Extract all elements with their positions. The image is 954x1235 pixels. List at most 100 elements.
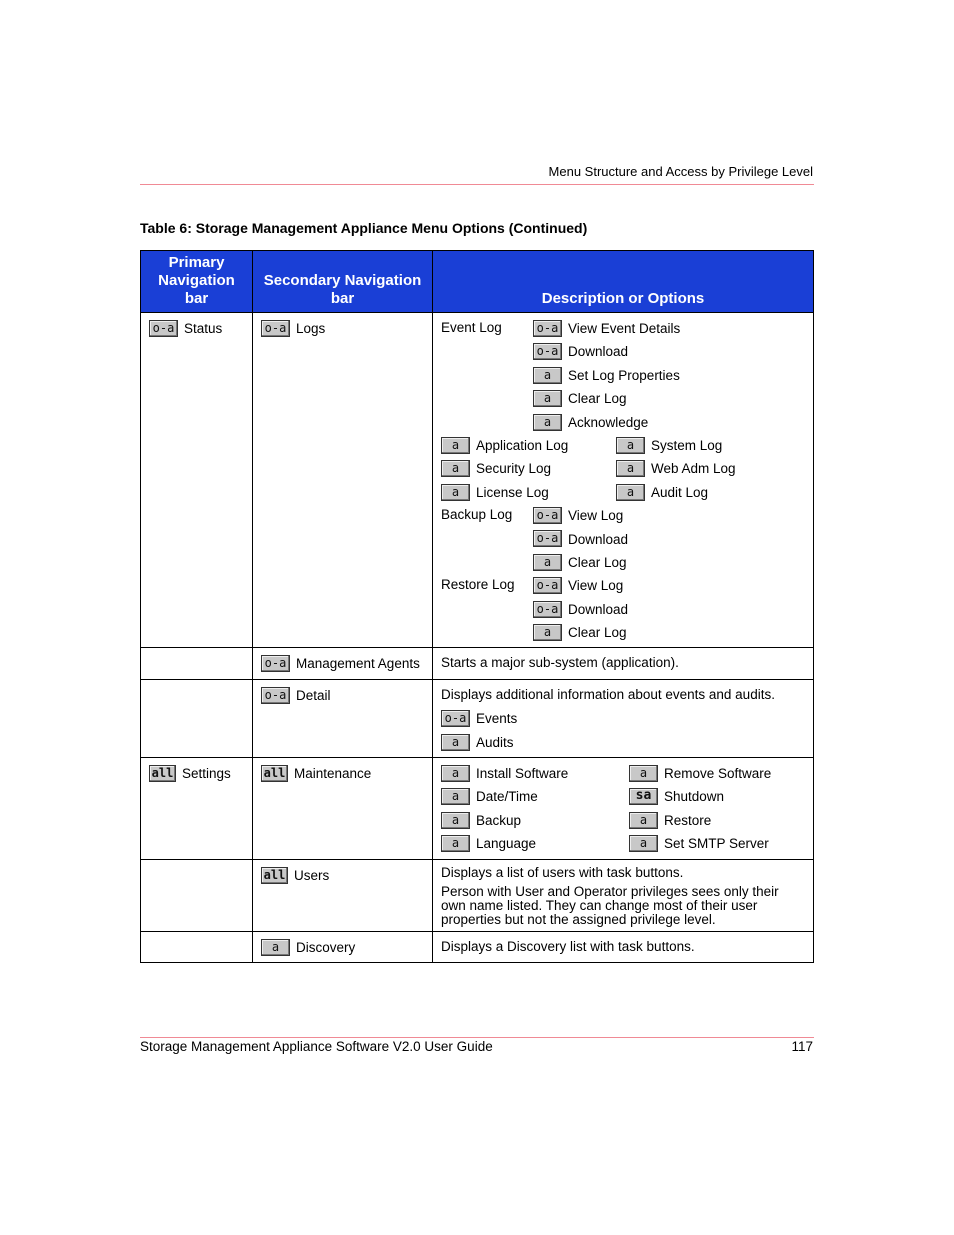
list-item: a Clear Log	[533, 550, 805, 573]
table-row: o-a Management Agents Starts a major sub-…	[140, 647, 814, 680]
table-row: all Settings all Maintenance a Install Soft…	[140, 757, 814, 860]
privilege-badge-icon: a	[261, 938, 290, 956]
list-item: o-a View Log	[533, 573, 805, 596]
privilege-badge-icon: a	[629, 811, 658, 829]
footer-title: Storage Management Appliance Software V2…	[140, 1039, 493, 1054]
privilege-badge-icon: sa	[629, 788, 658, 806]
privilege-badge-icon: o-a	[533, 530, 562, 548]
privilege-badge-icon: a	[441, 811, 470, 829]
description-note: Person with User and Operator privileges…	[441, 883, 779, 927]
footer-rule	[140, 1037, 814, 1038]
list-item: a Application Log	[441, 433, 616, 456]
secondary-nav-label: Maintenance	[294, 765, 372, 781]
privilege-badge-icon: o-a	[533, 600, 562, 618]
secondary-nav-label: Users	[294, 867, 330, 883]
col-header-description: Description or Options	[432, 250, 814, 313]
privilege-badge-icon: a	[441, 436, 470, 454]
list-item: o-a View Event Details	[533, 316, 805, 339]
privilege-badge-icon: a	[616, 483, 645, 501]
list-item: a System Log	[616, 433, 805, 456]
privilege-badge-icon: a	[616, 436, 645, 454]
primary-nav-label: Settings	[182, 765, 231, 781]
list-item: o-a Download	[533, 339, 805, 362]
list-item: sa Shutdown	[629, 784, 805, 807]
privilege-badge-icon: a	[629, 835, 658, 853]
page-number: 117	[791, 1039, 813, 1054]
description-text: Displays a list of users with task butto…	[441, 864, 684, 880]
list-item: a Backup	[441, 808, 629, 831]
list-item: a Clear Log	[533, 620, 805, 643]
list-item: o-a Download	[533, 527, 805, 550]
privilege-badge-icon: o-a	[261, 319, 290, 337]
privilege-badge-icon: all	[261, 866, 288, 884]
group-label: Restore Log	[441, 577, 515, 593]
description-text: Displays a Discovery list with task butt…	[441, 938, 695, 954]
privilege-badge-icon: a	[533, 390, 562, 408]
list-item: a License Log	[441, 480, 616, 503]
backup-log-group: Backup Log o-a View Log o-a Download a Clea…	[441, 503, 805, 573]
secondary-nav-label: Logs	[296, 320, 326, 336]
list-item: a Audit Log	[616, 480, 805, 503]
privilege-badge-icon: o-a	[149, 319, 178, 337]
log-types-grid: a Application Log a System Log a Security L…	[441, 433, 805, 503]
privilege-badge-icon: a	[533, 413, 562, 431]
header-rule	[140, 184, 814, 185]
col-header-secondary: Secondary Navigation bar	[252, 250, 433, 313]
table-row: a Discovery Displays a Discovery list wit…	[140, 930, 814, 963]
privilege-badge-icon: a	[441, 835, 470, 853]
list-item: a Restore	[629, 808, 805, 831]
list-item: a Audits	[441, 730, 805, 753]
table-row: o-a Detail Displays additional informatio…	[140, 678, 814, 759]
list-item: a Acknowledge	[533, 410, 805, 433]
description-text: Displays additional information about ev…	[441, 686, 775, 702]
privilege-badge-icon: a	[441, 788, 470, 806]
event-log-group: Event Log o-a View Event Details o-a Downl…	[441, 316, 805, 433]
list-item: a Security Log	[441, 456, 616, 479]
secondary-nav-label: Detail	[296, 687, 331, 703]
maintenance-options-grid: a Install Software a Remove Software a Date…	[441, 761, 805, 855]
col-header-primary: Primary Navigation bar	[140, 250, 253, 313]
privilege-badge-icon: a	[441, 733, 470, 751]
privilege-badge-icon: a	[441, 483, 470, 501]
privilege-badge-icon: a	[441, 764, 470, 782]
running-header: Menu Structure and Access by Privilege L…	[548, 164, 813, 179]
privilege-badge-icon: a	[533, 366, 562, 384]
list-item: a Set SMTP Server	[629, 831, 805, 854]
privilege-badge-icon: a	[616, 460, 645, 478]
menu-options-table: Primary Navigation bar Secondary Navigat…	[140, 250, 814, 963]
privilege-badge-icon: o-a	[533, 319, 562, 337]
list-item: o-a Events	[441, 706, 805, 729]
list-item: a Install Software	[441, 761, 629, 784]
privilege-badge-icon: o-a	[261, 686, 290, 704]
table-caption: Table 6: Storage Management Appliance Me…	[140, 220, 588, 236]
list-item: a Date/Time	[441, 784, 629, 807]
privilege-badge-icon: o-a	[533, 577, 562, 595]
primary-nav-label: Status	[184, 320, 223, 336]
table-row: o-a Status o-a Logs Event Log o-a View Even…	[140, 311, 814, 649]
secondary-nav-label: Discovery	[296, 939, 356, 955]
description-text: Starts a major sub-system (application).	[441, 655, 679, 671]
list-item: a Web Adm Log	[616, 456, 805, 479]
privilege-badge-icon: o-a	[261, 655, 290, 673]
table-row: all Users Displays a list of users with t…	[140, 858, 814, 932]
table-header-row: Primary Navigation bar Secondary Navigat…	[140, 250, 814, 313]
privilege-badge-icon: o-a	[533, 343, 562, 361]
privilege-badge-icon: a	[533, 553, 562, 571]
restore-log-group: Restore Log o-a View Log o-a Download a Cle…	[441, 573, 805, 643]
list-item: a Language	[441, 831, 629, 854]
group-label: Event Log	[441, 320, 502, 335]
list-item: o-a Download	[533, 597, 805, 620]
list-item: a Remove Software	[629, 761, 805, 784]
group-label: Backup Log	[441, 507, 513, 523]
privilege-badge-icon: a	[533, 624, 562, 642]
privilege-badge-icon: a	[441, 460, 470, 478]
privilege-badge-icon: all	[149, 764, 176, 782]
privilege-badge-icon: o-a	[533, 507, 562, 525]
list-item: a Clear Log	[533, 386, 805, 409]
privilege-badge-icon: o-a	[441, 710, 470, 728]
list-item: a Set Log Properties	[533, 363, 805, 386]
privilege-badge-icon: a	[629, 764, 658, 782]
secondary-nav-label: Management Agents	[296, 656, 420, 672]
list-item: o-a View Log	[533, 503, 805, 526]
privilege-badge-icon: all	[261, 764, 288, 782]
